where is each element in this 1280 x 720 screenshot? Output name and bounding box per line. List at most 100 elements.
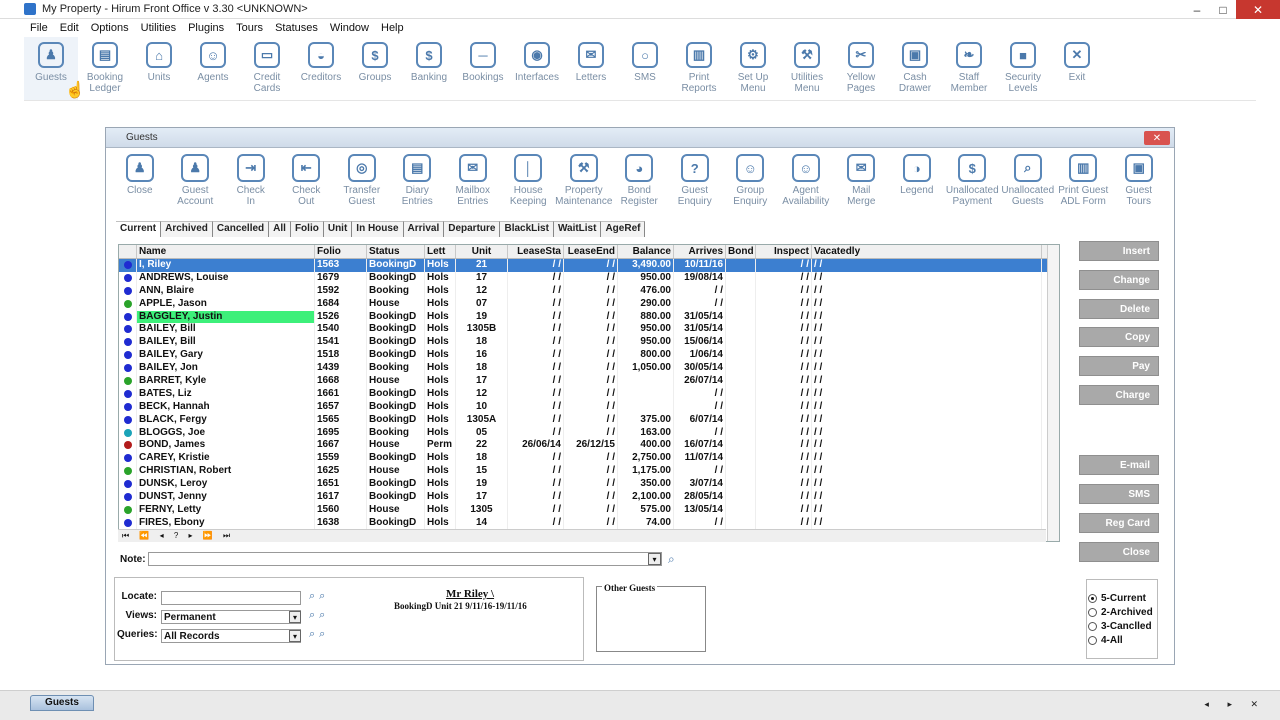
menu-plugins[interactable]: Plugins xyxy=(188,22,224,34)
guest-toolbar-mailbox-button[interactable]: ✉ Mailbox Entries xyxy=(445,154,501,216)
toolbar-creditors-button[interactable]: ◒ Creditors xyxy=(294,37,348,100)
pay-button[interactable]: Pay xyxy=(1079,356,1159,376)
tab-current[interactable]: Current xyxy=(116,221,162,237)
delete-button[interactable]: Delete xyxy=(1079,299,1159,319)
column-header-vacatedly[interactable]: Vacatedly xyxy=(812,245,1042,258)
guest-toolbar-group-enquiry-button[interactable]: ☺ Group Enquiry xyxy=(723,154,779,216)
tab-ageref[interactable]: AgeRef xyxy=(601,221,646,237)
menu-tours[interactable]: Tours xyxy=(236,22,263,34)
charge-button[interactable]: Charge xyxy=(1079,385,1159,405)
queries-select[interactable]: All Records xyxy=(161,629,301,643)
column-header-arrives[interactable]: Arrives xyxy=(674,245,726,258)
table-row[interactable]: BAILEY, Bill 1540 BookingD Hols 1305B / / / /9… xyxy=(119,323,1059,337)
column-header-unit[interactable]: Unit xyxy=(456,245,508,258)
record-navigator[interactable]: ⏮ ⏪ ◂ ? ▸ ⏩ ⏭ xyxy=(118,529,1046,542)
table-row[interactable]: CHRISTIAN, Robert 1625 House Hols 15/ / / /1,… xyxy=(119,465,1059,479)
toolbar-exit-button[interactable]: ✕ Exit xyxy=(1050,37,1104,100)
column-header-lett[interactable]: Lett xyxy=(425,245,456,258)
table-row[interactable]: ANN, Blaire 1592 Booking Hols 12/ / / /476.00… xyxy=(119,284,1059,298)
tab-in-house[interactable]: In House xyxy=(352,221,404,237)
insert-button[interactable]: Insert xyxy=(1079,241,1159,261)
table-row[interactable]: BARRET, Kyle 1668 House Hols 17/ / / /26/07/1… xyxy=(119,375,1059,388)
column-header-name[interactable]: Name xyxy=(137,245,315,258)
table-row[interactable]: I, Riley 1563 BookingD Hols 21/ / / /3,490.00… xyxy=(119,259,1059,272)
window-tab-guests[interactable]: Guests xyxy=(30,695,94,711)
toolbar-letters-button[interactable]: ✉ Letters xyxy=(564,37,618,100)
table-row[interactable]: DUNSK, Leroy 1651 BookingD Hols 19/ / / /350.… xyxy=(119,478,1059,492)
column-header-status[interactable]: Status xyxy=(367,245,425,258)
table-row[interactable]: BOND, James 1667 House Perm 22 26/06/14 26/12/… xyxy=(119,439,1059,453)
column-header-folio[interactable]: Folio xyxy=(315,245,367,258)
menu-statuses[interactable]: Statuses xyxy=(275,22,318,34)
toolbar-utilities-button[interactable]: ⚒ Utilities Menu xyxy=(780,37,834,100)
note-search-icon[interactable]: ⌕ xyxy=(668,552,675,567)
guest-toolbar-enquiry-button[interactable]: ? Guest Enquiry xyxy=(667,154,723,216)
guest-toolbar-check-in-button[interactable]: ⇥ Check In xyxy=(223,154,279,216)
queries-search-icon[interactable]: ⌕⌕ xyxy=(309,628,329,641)
filter-radio-current[interactable]: 5-Current xyxy=(1088,593,1146,604)
guest-toolbar-mail-merge-button[interactable]: ✉ Mail Merge xyxy=(834,154,890,216)
menu-utilities[interactable]: Utilities xyxy=(141,22,176,34)
guest-toolbar-unallocated-guests-button[interactable]: ⌕ Unallocated Guests xyxy=(1000,154,1056,216)
copy-button[interactable]: Copy xyxy=(1079,327,1159,347)
e-mail-button[interactable]: E-mail xyxy=(1079,455,1159,475)
toolbar-sms-button[interactable]: ○ SMS xyxy=(618,37,672,100)
note-input[interactable] xyxy=(148,552,662,566)
note-dropdown-arrow-icon[interactable]: ▾ xyxy=(648,553,661,565)
locate-search-icon[interactable]: ⌕⌕ xyxy=(309,590,329,603)
guest-toolbar-housekeeping-button[interactable]: │ House Keeping xyxy=(501,154,557,216)
menu-file[interactable]: File xyxy=(30,22,48,34)
views-search-icon[interactable]: ⌕⌕ xyxy=(309,609,329,622)
views-select[interactable]: Permanent xyxy=(161,610,301,624)
table-row[interactable]: APPLE, Jason 1684 House Hols 07/ / / /290.00/… xyxy=(119,297,1059,311)
tab-scroll-arrows[interactable]: ◂ ▸ ✕ xyxy=(1204,699,1266,710)
toolbar-bookings-button[interactable]: ─ Bookings xyxy=(456,37,510,100)
tab-archived[interactable]: Archived xyxy=(161,221,213,237)
maximize-button[interactable]: □ xyxy=(1210,0,1236,19)
views-dropdown-arrow-icon[interactable]: ▾ xyxy=(289,611,301,623)
toolbar-groups-button[interactable]: $ Groups xyxy=(348,37,402,100)
guest-toolbar-close-guest-button[interactable]: ♟ Close xyxy=(112,154,168,216)
tab-departure[interactable]: Departure xyxy=(444,221,501,237)
guest-toolbar-transfer-button[interactable]: ◎ Transfer Guest xyxy=(334,154,390,216)
table-row[interactable]: BAILEY, Jon 1439 Booking Hols 18/ / / /1,050.… xyxy=(119,362,1059,376)
table-row[interactable]: BAILEY, Bill 1541 BookingD Hols 18/ / / /950.… xyxy=(119,336,1059,350)
table-row[interactable]: CAREY, Kristie 1559 BookingD Hols 18/ / / /2,… xyxy=(119,452,1059,466)
menu-edit[interactable]: Edit xyxy=(60,22,79,34)
toolbar-credit-card-button[interactable]: ▭ Credit Cards xyxy=(240,37,294,100)
tab-all[interactable]: All xyxy=(269,221,291,237)
guest-toolbar-diary-button[interactable]: ▤ Diary Entries xyxy=(390,154,446,216)
table-row[interactable]: BAGGLEY, Justin 1526 BookingD Hols 19/ / / /8… xyxy=(119,310,1059,324)
menu-window[interactable]: Window xyxy=(330,22,369,34)
toolbar-lock-button[interactable]: ■ Security Levels xyxy=(996,37,1050,100)
tab-arrival[interactable]: Arrival xyxy=(403,221,445,237)
toolbar-cash-drawer-button[interactable]: ▣ Cash Drawer xyxy=(888,37,942,100)
toolbar-yellow-pages-button[interactable]: ✂ Yellow Pages xyxy=(834,37,888,100)
table-row[interactable]: FIRES, Ebony 1638 BookingD Hols 14/ / / /74.0… xyxy=(119,516,1059,530)
queries-dropdown-arrow-icon[interactable]: ▾ xyxy=(289,630,301,642)
table-row[interactable]: BATES, Liz 1661 BookingD Hols 12/ / / / / / / /… xyxy=(119,387,1059,401)
table-row[interactable]: DUNST, Jenny 1617 BookingD Hols 17/ / / /2,10… xyxy=(119,491,1059,504)
guest-toolbar-unallocated-payment-button[interactable]: $ Unallocated Payment xyxy=(945,154,1001,216)
filter-radio-all[interactable]: 4-All xyxy=(1088,635,1123,646)
toolbar-printer-button[interactable]: ▥ Print Reports xyxy=(672,37,726,100)
guest-toolbar-guest-account-button[interactable]: ♟ Guest Account xyxy=(168,154,224,216)
toolbar-ledger-button[interactable]: ▤ Booking Ledger xyxy=(78,37,132,100)
guest-toolbar-print-adl-button[interactable]: ▥ Print Guest ADL Form xyxy=(1056,154,1112,216)
guest-toolbar-tours-button[interactable]: ▣ Guest Tours xyxy=(1111,154,1167,216)
column-header-inspect[interactable]: Inspect xyxy=(756,245,812,258)
sms-button[interactable]: SMS xyxy=(1079,484,1159,504)
menu-help[interactable]: Help xyxy=(381,22,404,34)
tab-waitlist[interactable]: WaitList xyxy=(553,221,602,237)
guest-toolbar-check-out-button[interactable]: ⇤ Check Out xyxy=(279,154,335,216)
table-row[interactable]: ANDREWS, Louise 1679 BookingD Hols 17/ / / /9… xyxy=(119,271,1059,285)
tab-unit[interactable]: Unit xyxy=(323,221,353,237)
guests-grid[interactable]: Name Folio Status Lett Unit LeaseSta LeaseEnd B… xyxy=(118,244,1060,542)
change-button[interactable]: Change xyxy=(1079,270,1159,290)
guest-toolbar-bond-button[interactable]: ◕ Bond Register xyxy=(612,154,668,216)
close-window-button[interactable]: ✕ xyxy=(1236,0,1280,19)
table-row[interactable]: BECK, Hannah 1657 BookingD Hols 10/ / / / / / /… xyxy=(119,400,1059,414)
table-row[interactable]: BLOGGS, Joe 1695 Booking Hols 05/ / / /163.00… xyxy=(119,426,1059,440)
tab-cancelled[interactable]: Cancelled xyxy=(212,221,270,237)
close-button[interactable]: Close xyxy=(1079,542,1159,562)
